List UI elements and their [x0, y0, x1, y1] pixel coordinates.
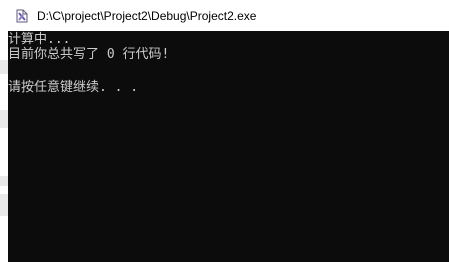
console-line-calculating: 计算中...	[8, 32, 71, 47]
console-app-icon	[16, 9, 28, 23]
title-bar[interactable]: D:\C\project\Project2\Debug\Project2.exe	[0, 0, 449, 31]
console-line-result: 目前你总共写了 0 行代码!	[8, 47, 170, 62]
console-line-press-any-key: 请按任意键继续. . .	[8, 80, 139, 95]
console-output[interactable]: 计算中... 目前你总共写了 0 行代码! 请按任意键继续. . .	[8, 31, 449, 262]
window-title: D:\C\project\Project2\Debug\Project2.exe	[37, 9, 257, 23]
background-window-edge: ɪ	[0, 0, 8, 262]
console-window: ɪ D:\C\project\Project2\Debug\Project2.e…	[0, 0, 449, 262]
